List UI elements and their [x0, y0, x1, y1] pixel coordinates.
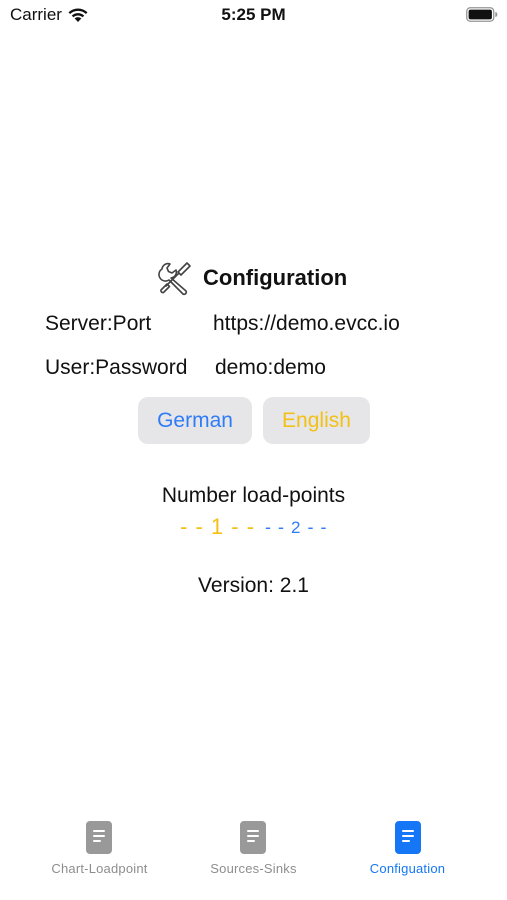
page-title: Configuration: [203, 265, 348, 290]
document-icon: [395, 821, 421, 854]
english-button[interactable]: English: [263, 397, 370, 444]
load-point-option-2[interactable]: - - 2 - -: [265, 512, 327, 542]
server-port-label: Server:Port: [45, 312, 152, 335]
tab-label: Configuation: [369, 861, 446, 876]
tab-configuation[interactable]: Configuation: [323, 804, 492, 900]
load-points-title: Number load-points: [161, 484, 346, 507]
tab-bar: Chart-Loadpoint Sources-Sinks Configuati…: [0, 804, 507, 900]
status-bar: Carrier 5:25 PM: [0, 0, 507, 32]
screen: Carrier 5:25 PM Configuration Server:Por…: [0, 0, 507, 900]
document-icon: [240, 821, 266, 854]
battery-icon: [466, 7, 498, 22]
load-point-option-1[interactable]: - - 1 - -: [180, 512, 255, 542]
document-icon: [86, 821, 112, 854]
load-point-option-2-label: 2: [291, 518, 302, 537]
server-port-value[interactable]: https://demo.evcc.io: [213, 312, 400, 336]
load-point-option-1-label: 1: [210, 514, 225, 539]
tab-chart-loadpoint[interactable]: Chart-Loadpoint: [15, 804, 184, 900]
user-password-label: User:Password: [45, 356, 188, 379]
tab-sources-sinks[interactable]: Sources-Sinks: [169, 804, 338, 900]
german-button[interactable]: German: [138, 397, 252, 444]
user-password-value[interactable]: demo:demo: [215, 356, 326, 380]
clock: 5:25 PM: [221, 5, 286, 24]
tab-label: Chart-Loadpoint: [51, 861, 148, 876]
configuration-header: Configuration: [0, 260, 507, 296]
tools-icon: [158, 262, 191, 296]
version-label: Version: 2.1: [198, 574, 309, 597]
tab-label: Sources-Sinks: [210, 861, 297, 876]
